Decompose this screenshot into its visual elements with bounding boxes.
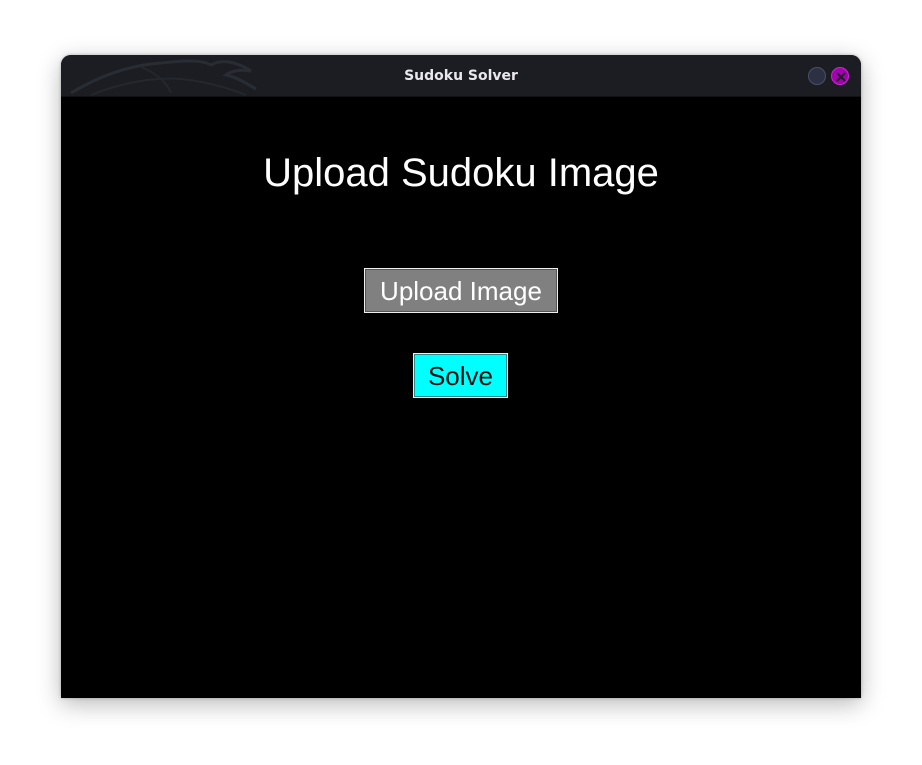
title-bar[interactable]: Sudoku Solver	[61, 55, 861, 97]
page-title: Upload Sudoku Image	[263, 151, 659, 195]
minimize-button[interactable]	[808, 67, 826, 85]
upload-image-button[interactable]: Upload Image	[364, 268, 558, 313]
app-window: Sudoku Solver Upload Sudoku Image Upload…	[61, 55, 861, 698]
close-button[interactable]	[831, 67, 849, 85]
solve-button[interactable]: Solve	[413, 353, 508, 398]
window-title: Sudoku Solver	[404, 68, 518, 84]
close-icon	[836, 72, 846, 82]
main-content: Upload Sudoku Image Upload Image Solve	[61, 97, 861, 698]
